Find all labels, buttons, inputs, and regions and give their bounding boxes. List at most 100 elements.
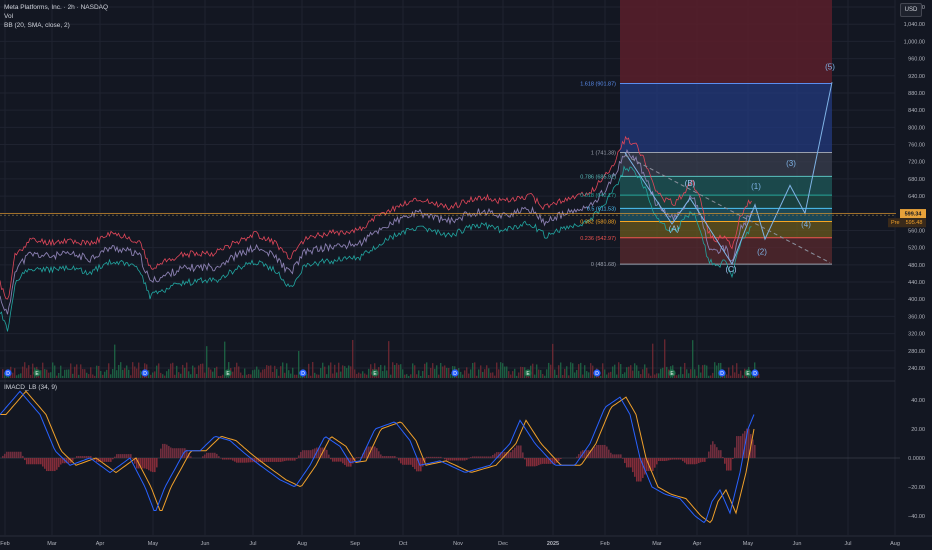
macd-histogram-bar bbox=[4, 453, 6, 458]
macd-histogram-bar bbox=[400, 458, 402, 464]
macd-histogram-bar bbox=[338, 458, 340, 462]
volume-bar bbox=[222, 374, 224, 378]
volume-bar bbox=[126, 365, 128, 378]
macd-histogram-bar bbox=[462, 458, 464, 461]
volume-bar bbox=[388, 341, 390, 378]
macd-histogram-bar bbox=[276, 458, 278, 462]
macd-histogram-bar bbox=[472, 456, 474, 458]
indicator-axis[interactable]: 40.00 20.00 0.0000 −20.00 −40.00 bbox=[908, 398, 925, 520]
volume-bar bbox=[562, 375, 564, 378]
volume-bar bbox=[326, 374, 328, 378]
volume-bar bbox=[28, 365, 30, 378]
macd-histogram-bar bbox=[464, 458, 466, 461]
volume-bar bbox=[56, 375, 58, 378]
macd-histogram-bar bbox=[470, 457, 472, 458]
volume-bar bbox=[98, 365, 100, 378]
time-tick-label: Dec bbox=[498, 541, 508, 547]
volume-bar bbox=[444, 365, 446, 378]
volume-bar bbox=[470, 369, 472, 378]
volume-bar bbox=[250, 374, 252, 378]
volume-bar bbox=[342, 365, 344, 378]
bollinger-legend[interactable]: BB (20, SMA, close, 2) bbox=[4, 21, 108, 30]
wave-label: (C) bbox=[725, 265, 736, 274]
macd-histogram-bar bbox=[440, 456, 442, 458]
volume-bar bbox=[540, 370, 542, 378]
macd-histogram-bar bbox=[536, 458, 538, 466]
time-tick-label: Sep bbox=[350, 541, 360, 547]
macd-histogram-bar bbox=[626, 458, 628, 468]
macd-histogram-bar bbox=[726, 458, 728, 471]
macd-histogram-bar bbox=[16, 451, 18, 458]
macd-histogram-bar bbox=[232, 458, 234, 461]
volume-bar bbox=[476, 375, 478, 378]
volume-bar bbox=[106, 369, 108, 378]
volume-bar bbox=[354, 369, 356, 378]
time-axis[interactable]: Feb Mar Apr May Jun Jul Aug Sep Oct Nov Dec 2025 Feb… bbox=[0, 535, 932, 547]
volume-legend[interactable]: Vol bbox=[4, 12, 108, 21]
price-tick-label: 920.00 bbox=[908, 74, 925, 80]
volume-bar bbox=[84, 369, 86, 378]
macd-histogram-bar bbox=[202, 456, 204, 458]
volume-bar bbox=[406, 374, 408, 378]
macd-histogram-bar bbox=[146, 458, 148, 470]
event-marker-label: D bbox=[301, 371, 305, 377]
macd-histogram-bar bbox=[730, 458, 732, 471]
macd-histogram-bar bbox=[30, 458, 32, 465]
volume-bar bbox=[280, 366, 282, 378]
wave-label: (5) bbox=[825, 62, 835, 71]
volume-bar bbox=[460, 371, 462, 378]
macd-histogram-bar bbox=[618, 454, 620, 458]
fib-level-label: 0 (481.68) bbox=[591, 262, 616, 268]
macd-histogram-bar bbox=[460, 458, 462, 461]
macd-histogram-bar bbox=[614, 454, 616, 458]
currency-button[interactable]: USD bbox=[900, 3, 922, 17]
fib-zone bbox=[620, 152, 832, 177]
macd-histogram-bar bbox=[704, 458, 706, 462]
volume-bar bbox=[694, 369, 696, 378]
volume-bar bbox=[400, 364, 402, 378]
volume-bar bbox=[474, 362, 476, 378]
volume-bar bbox=[266, 365, 268, 378]
macd-histogram-bar bbox=[190, 456, 192, 458]
volume-bar bbox=[248, 373, 250, 378]
volume-bar bbox=[140, 370, 142, 378]
volume-bar bbox=[118, 364, 120, 378]
volume-bar bbox=[494, 375, 496, 378]
macd-histogram-bar bbox=[270, 458, 272, 462]
macd-histogram-bar bbox=[52, 458, 54, 472]
volume-bar bbox=[72, 373, 74, 378]
volume-bar bbox=[650, 375, 652, 378]
volume-bar bbox=[418, 370, 420, 378]
macd-histogram-bar bbox=[144, 458, 146, 469]
chart-canvas[interactable]: 1.618 (901.87) 1 (741.38) 0.786 (685.92) 0.… bbox=[0, 0, 932, 550]
indicator-legend[interactable]: IMACD_LB (34, 9) bbox=[4, 384, 57, 391]
macd-histogram-bar bbox=[12, 451, 14, 458]
volume-bar bbox=[344, 366, 346, 378]
wave-label: (4) bbox=[801, 220, 811, 229]
macd-histogram-bar bbox=[166, 444, 168, 458]
macd-histogram-bar bbox=[606, 446, 608, 458]
volume-bar bbox=[498, 369, 500, 378]
macd-histogram-bar bbox=[508, 452, 510, 458]
symbol-title[interactable]: Meta Platforms, Inc. · 2h · NASDAQ bbox=[4, 3, 108, 12]
volume-bar bbox=[350, 366, 352, 378]
time-tick-label: Apr bbox=[96, 541, 105, 547]
macd-histogram-bar bbox=[534, 458, 536, 467]
volume-bar bbox=[108, 363, 110, 378]
macd-histogram-bar bbox=[22, 455, 24, 458]
macd-histogram-bar bbox=[42, 458, 44, 467]
time-tick-label: 2025 bbox=[547, 541, 559, 547]
macd-histogram-bar bbox=[222, 458, 224, 460]
macd-histogram-bar bbox=[656, 458, 658, 465]
wave-label: (3) bbox=[786, 159, 796, 168]
macd-histogram-bar bbox=[174, 448, 176, 458]
macd-histogram-bar bbox=[36, 458, 38, 465]
volume-bar bbox=[290, 373, 292, 378]
volume-bar bbox=[740, 370, 742, 378]
macd-histogram-bar bbox=[724, 458, 726, 464]
volume-bar bbox=[312, 362, 314, 378]
volume-bar bbox=[324, 366, 326, 378]
macd-histogram-bar bbox=[680, 458, 682, 460]
volume-bar bbox=[586, 371, 588, 378]
volume-bar bbox=[182, 364, 184, 378]
